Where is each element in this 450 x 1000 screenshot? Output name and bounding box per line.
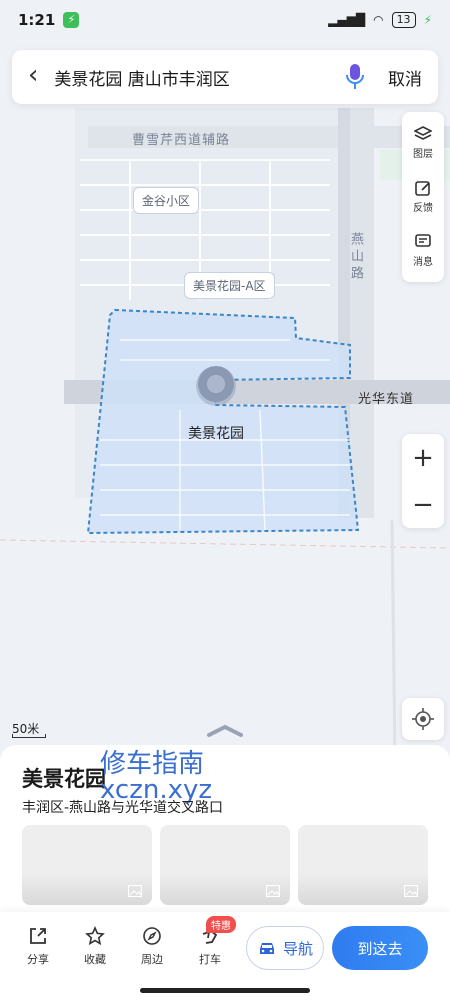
edit-icon xyxy=(415,181,430,196)
zoom-control: + − xyxy=(402,434,444,528)
message-icon xyxy=(415,234,431,247)
navigate-label: 导航 xyxy=(282,939,313,958)
zoom-out-button[interactable]: − xyxy=(402,481,444,528)
nearby-label: 周边 xyxy=(141,953,163,966)
home-indicator[interactable] xyxy=(140,988,310,993)
compass-icon xyxy=(143,927,161,945)
status-time: 1:21 xyxy=(18,11,56,29)
feedback-button[interactable]: 反馈 xyxy=(402,170,444,224)
location-pin-icon[interactable] xyxy=(196,366,236,406)
layers-icon xyxy=(414,126,432,140)
messages-label: 消息 xyxy=(413,257,433,268)
locate-button[interactable] xyxy=(402,698,444,740)
taxi-label: 打车 xyxy=(199,953,221,966)
image-icon xyxy=(266,885,280,897)
map-tools: 图层 反馈 消息 xyxy=(402,112,444,282)
back-icon[interactable]: ‹ xyxy=(28,60,38,90)
taxi-deal-badge: 特惠 xyxy=(206,916,236,933)
charging-icon: ⚡ xyxy=(63,12,80,28)
star-icon xyxy=(85,926,105,946)
wifi-icon: ◠ xyxy=(373,13,384,27)
cancel-button[interactable]: 取消 xyxy=(388,65,422,90)
search-bar[interactable]: ‹ 美景花园 唐山市丰润区 取消 xyxy=(12,50,438,104)
poi-area-a[interactable]: 美景花园-A区 xyxy=(184,272,275,299)
zoom-in-button[interactable]: + xyxy=(402,434,444,481)
place-address: 丰润区-燕山路与光华道交叉路口 xyxy=(22,800,224,816)
status-bar: 1:21 ⚡ ▂▄▆█ ◠ 13 ⚡ xyxy=(0,0,450,40)
photo-strip xyxy=(22,825,428,905)
scale-bar xyxy=(12,734,46,738)
watermark: 修车指南 xczn.xyz xyxy=(100,751,212,803)
action-bar: 分享 收藏 周边 打车 特惠 导航 到这去 xyxy=(0,912,450,1000)
signal-icon: ▂▄▆█ xyxy=(328,13,366,27)
microphone-icon[interactable] xyxy=(344,62,366,92)
share-button[interactable]: 分享 xyxy=(14,926,62,967)
battery-charging-icon: ⚡ xyxy=(423,13,432,27)
locate-icon xyxy=(412,708,434,730)
messages-button[interactable]: 消息 xyxy=(402,224,444,278)
chevron-up-icon[interactable] xyxy=(205,723,245,739)
battery-icon: 13 xyxy=(391,12,416,28)
photo-thumbnail[interactable] xyxy=(160,825,290,905)
photo-thumbnail[interactable] xyxy=(298,825,428,905)
area-label-main: 美景花园 xyxy=(188,426,244,442)
road-label-top: 曹雪芹西道辅路 xyxy=(132,133,231,148)
share-icon xyxy=(30,928,46,944)
map-view[interactable]: 曹雪芹西道辅路 燕山路 光华东道 金谷小区 美景花园-A区 美景花园 50米 xyxy=(0,0,450,760)
road-label-vertical: 燕山路 xyxy=(348,232,363,283)
navigate-button[interactable]: 导航 xyxy=(246,926,324,970)
road-label-east: 光华东道 xyxy=(358,392,415,407)
go-here-button[interactable]: 到这去 xyxy=(332,926,428,970)
poi-jingu[interactable]: 金谷小区 xyxy=(133,187,200,214)
favorite-button[interactable]: 收藏 xyxy=(71,926,119,967)
feedback-label: 反馈 xyxy=(413,203,433,214)
favorite-label: 收藏 xyxy=(84,953,106,966)
watermark-line-1: 修车指南 xyxy=(100,749,205,779)
photo-thumbnail[interactable] xyxy=(22,825,152,905)
search-query[interactable]: 美景花园 唐山市丰润区 xyxy=(54,65,344,90)
layers-label: 图层 xyxy=(413,149,433,160)
layers-button[interactable]: 图层 xyxy=(402,116,444,170)
image-icon xyxy=(128,885,142,897)
car-icon xyxy=(259,943,274,954)
nearby-button[interactable]: 周边 xyxy=(128,926,176,967)
place-name: 美景花园 xyxy=(22,767,106,791)
image-icon xyxy=(404,885,418,897)
share-label: 分享 xyxy=(27,953,49,966)
